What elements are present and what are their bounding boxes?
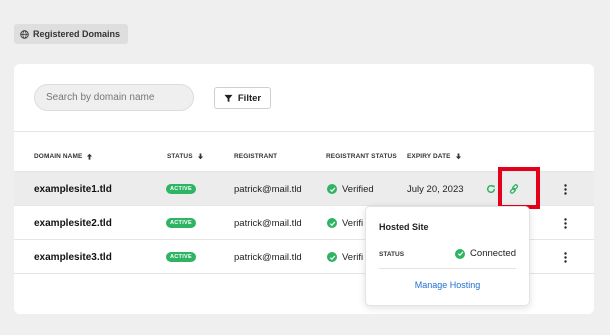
auto-renew-icon[interactable] [486, 172, 496, 206]
column-header-domain-label: DOMAIN NAME [34, 153, 83, 160]
registered-domains-label: Registered Domains [33, 29, 121, 39]
domain-name[interactable]: examplesite2.tld [34, 206, 112, 240]
column-header-status[interactable]: STATUS [167, 153, 204, 160]
registrant-status: Verifi [327, 240, 363, 274]
highlight-box [498, 167, 540, 209]
toolbar-divider [14, 131, 594, 132]
popover-title: Hosted Site [379, 222, 429, 232]
column-header-status-label: STATUS [167, 153, 193, 160]
expiry-date: July 20, 2023 [407, 183, 464, 195]
check-circle-icon [327, 218, 337, 228]
registered-domains-tab[interactable]: Registered Domains [14, 24, 129, 44]
registrant-email: patrick@mail.tld [234, 183, 302, 195]
manage-hosting-link[interactable]: Manage Hosting [366, 280, 529, 290]
filter-button[interactable]: Filter [214, 87, 271, 109]
popover-status-label: STATUS [379, 251, 405, 258]
globe-icon [20, 29, 29, 39]
column-header-registrant-label: REGISTRANT [234, 153, 278, 160]
registrant-status: Verifi [327, 206, 363, 240]
status-badge-label: ACTIVE [166, 218, 196, 228]
registrant-status-label: Verified [342, 183, 374, 195]
status-badge: ACTIVE [166, 172, 196, 206]
check-circle-icon [327, 252, 337, 262]
check-circle-icon [455, 248, 466, 259]
hosted-site-popover: Hosted Site STATUS Connected Manage Host… [365, 206, 530, 306]
domain-name[interactable]: examplesite1.tld [34, 172, 112, 206]
filter-funnel-icon [224, 94, 233, 102]
app-root: Registered Domains Filter DOMAIN NAME ST… [0, 0, 610, 335]
status-badge: ACTIVE [166, 206, 196, 240]
check-circle-icon [327, 184, 337, 194]
column-header-expiry[interactable]: EXPIRY DATE [407, 153, 462, 160]
sort-up-arrow-icon [87, 153, 93, 160]
popover-divider [379, 268, 516, 269]
status-badge-label: ACTIVE [166, 252, 196, 262]
column-header-domain[interactable]: DOMAIN NAME [34, 153, 93, 160]
column-header-registrant-status[interactable]: REGISTRANT STATUS [326, 153, 397, 160]
row-actions-menu-icon[interactable] [562, 172, 568, 206]
search-box[interactable] [34, 84, 194, 111]
row-actions-menu-icon[interactable] [562, 240, 568, 274]
registrant-status-label: Verifi [342, 251, 364, 263]
domain-name[interactable]: examplesite3.tld [34, 240, 112, 274]
sort-down-arrow-icon [197, 153, 203, 160]
popover-status-text: Connected [470, 248, 516, 259]
search-input[interactable] [46, 92, 182, 103]
row-actions-menu-icon[interactable] [562, 206, 568, 240]
registrant-email: patrick@mail.tld [234, 217, 302, 229]
filter-label: Filter [237, 92, 262, 104]
registrant-status: Verified [327, 172, 374, 206]
column-header-expiry-label: EXPIRY DATE [407, 153, 451, 160]
column-header-registrant-status-label: REGISTRANT STATUS [326, 153, 397, 160]
status-badge-label: ACTIVE [166, 184, 196, 194]
sort-down-arrow-icon [455, 153, 461, 160]
column-header-registrant[interactable]: REGISTRANT [234, 153, 277, 160]
registrant-status-label: Verifi [342, 217, 364, 229]
popover-status-value: Connected [455, 248, 516, 259]
status-badge: ACTIVE [166, 240, 196, 274]
registrant-email: patrick@mail.tld [234, 251, 302, 263]
